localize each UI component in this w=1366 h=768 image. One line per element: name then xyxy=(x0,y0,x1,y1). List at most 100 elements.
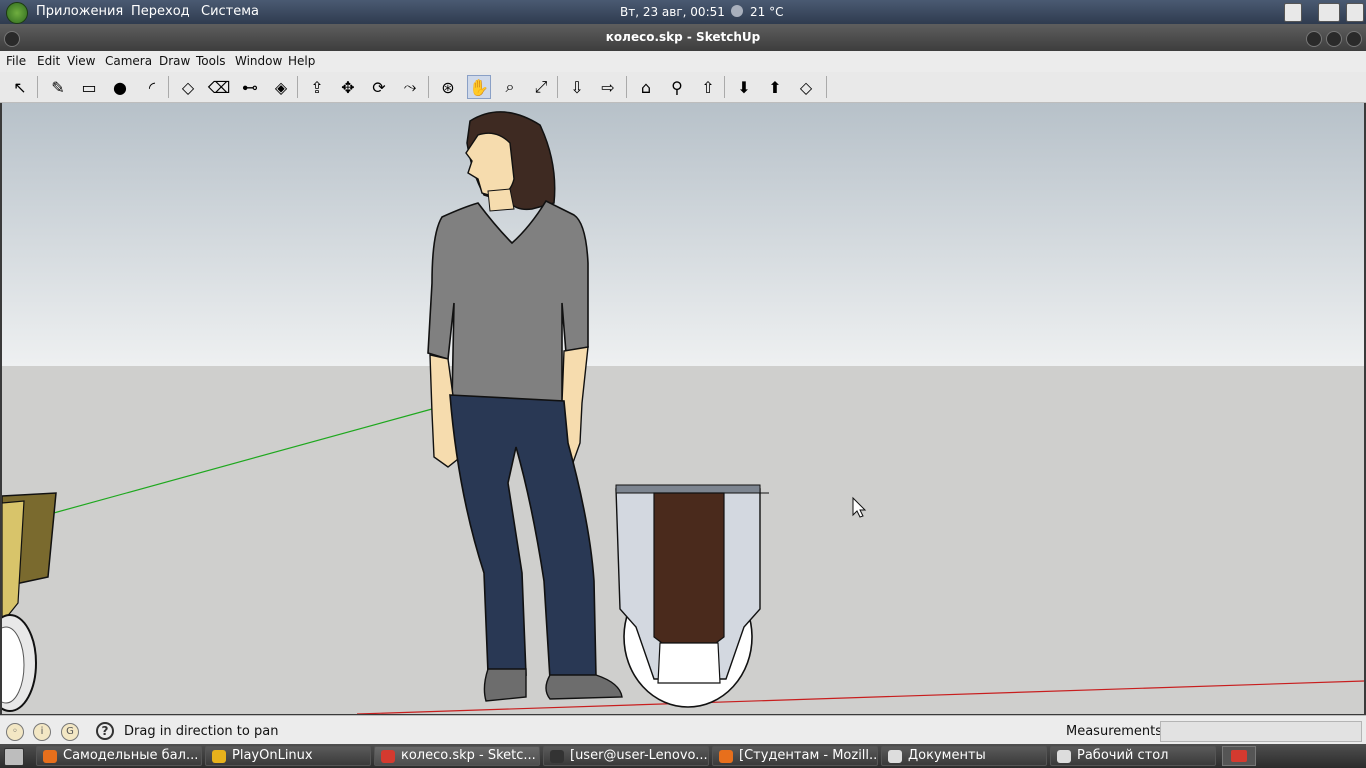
circle-tool-button[interactable]: ● xyxy=(108,75,132,99)
tape-measure-icon: ⊷ xyxy=(242,77,258,97)
share-model-icon: ⇧ xyxy=(701,77,715,97)
taskbar-item-label: [Студентам - Mozill... xyxy=(739,748,878,763)
move-tool-button[interactable]: ✥ xyxy=(336,75,360,99)
panel-menu-places[interactable]: Переход xyxy=(131,4,190,19)
menu-camera[interactable]: Camera xyxy=(105,54,152,68)
taskbar: Самодельные бал... PlayOnLinux колесо.skp … xyxy=(0,744,1366,768)
taskbar-item[interactable]: [Студентам - Mozill... xyxy=(712,746,878,766)
sketchup-workspace-icon xyxy=(1231,750,1247,762)
paint-bucket-icon: ◈ xyxy=(274,77,288,97)
panel-menu-system[interactable]: Система xyxy=(201,4,259,19)
move-icon: ✥ xyxy=(341,77,355,97)
orbit-tool-button[interactable]: ⊛ xyxy=(436,75,460,99)
menu-help[interactable]: Help xyxy=(288,54,315,68)
maximize-button[interactable] xyxy=(1326,31,1342,47)
tape-measure-tool-button[interactable]: ⊷ xyxy=(238,75,262,99)
measurements-input[interactable] xyxy=(1160,721,1362,742)
toolbar-separator xyxy=(826,76,827,98)
network-icon[interactable] xyxy=(1318,3,1340,22)
toolbar-separator xyxy=(168,76,169,98)
wheel-model[interactable] xyxy=(615,484,769,708)
playonlinux-icon xyxy=(212,750,226,763)
rotate-tool-button[interactable]: ⟳ xyxy=(367,75,391,99)
arc-icon: ◜ xyxy=(148,77,156,97)
get-photo-texture-tool-button[interactable]: ⬇ xyxy=(732,75,756,99)
make-component-icon: ◇ xyxy=(181,77,195,97)
help-icon[interactable]: ? xyxy=(96,722,114,740)
workspace-switcher[interactable] xyxy=(1222,746,1256,766)
zoom-icon: ⌕ xyxy=(505,77,515,96)
share-component-tool-button[interactable]: ⬆ xyxy=(763,75,787,99)
taskbar-item[interactable]: Рабочий стол xyxy=(1050,746,1216,766)
close-button[interactable] xyxy=(1346,31,1362,47)
pan-tool-button[interactable]: ✋ xyxy=(467,75,491,99)
moon-icon xyxy=(731,5,743,17)
menu-edit[interactable]: Edit xyxy=(37,54,60,68)
taskbar-item-label: PlayOnLinux xyxy=(232,748,313,763)
window-titlebar[interactable]: колесо.skp - SketchUp xyxy=(0,24,1366,51)
battery-icon[interactable] xyxy=(1346,3,1364,22)
next-view-icon: ⇨ xyxy=(601,77,615,97)
taskbar-item[interactable]: Документы xyxy=(881,746,1047,766)
menu-draw[interactable]: Draw xyxy=(159,54,190,68)
window-title: колесо.skp - SketchUp xyxy=(605,30,761,44)
place-model-icon: ⚲ xyxy=(671,77,683,97)
status-hint: Drag in direction to pan xyxy=(124,724,279,739)
credits-icon[interactable]: i xyxy=(33,723,51,741)
taskbar-item-label: [user@user-Lenovo... xyxy=(570,748,708,763)
paint-bucket-tool-button[interactable]: ◈ xyxy=(269,75,293,99)
rotate-icon: ⟳ xyxy=(372,77,386,97)
taskbar-item-label: колесо.skp - Sketc... xyxy=(401,748,536,763)
toolbar-separator xyxy=(297,76,298,98)
menu-view[interactable]: View xyxy=(67,54,95,68)
select-tool-button[interactable]: ↖ xyxy=(8,75,32,99)
get-models-tool-button[interactable]: ⌂ xyxy=(634,75,658,99)
make-component-tool-button[interactable]: ◇ xyxy=(176,75,200,99)
tray-indicator-icon[interactable] xyxy=(1284,3,1302,22)
component-tool-button[interactable]: ◇ xyxy=(794,75,818,99)
clock[interactable]: Вт, 23 авг, 00:51 xyxy=(620,5,725,19)
place-model-tool-button[interactable]: ⚲ xyxy=(665,75,689,99)
select-icon: ↖ xyxy=(13,77,27,97)
next-view-tool-button[interactable]: ⇨ xyxy=(596,75,620,99)
taskbar-item[interactable]: колесо.skp - Sketc... xyxy=(374,746,540,766)
zoom-extents-tool-button[interactable]: ⤢ xyxy=(529,75,553,99)
orbit-icon: ⊛ xyxy=(441,77,455,97)
menu-tools[interactable]: Tools xyxy=(196,54,226,68)
menu-window[interactable]: Window xyxy=(235,54,282,68)
share-model-tool-button[interactable]: ⇧ xyxy=(696,75,720,99)
offset-tool-button[interactable]: ⤳ xyxy=(398,75,422,99)
distro-logo-icon[interactable] xyxy=(6,2,28,24)
person-figure[interactable] xyxy=(427,111,623,702)
taskbar-item[interactable]: [user@user-Lenovo... xyxy=(543,746,709,766)
arc-tool-button[interactable]: ◜ xyxy=(140,75,164,99)
taskbar-item[interactable]: Самодельные бал... xyxy=(36,746,202,766)
zoom-tool-button[interactable]: ⌕ xyxy=(498,75,522,99)
main-toolbar: ↖ ✎ ▭ ● ◜ ◇ ⌫ ⊷ ◈ ⇪ ✥ ⟳ ⤳ ⊛ ✋ ⌕ ⤢ ⇩ ⇨ ⌂ ⚲ ⇧ ⬇ ⬆ ◇ xyxy=(0,72,1366,103)
menu-file[interactable]: File xyxy=(6,54,26,68)
weather-temperature[interactable]: 21 °C xyxy=(750,5,783,19)
push-pull-tool-button[interactable]: ⇪ xyxy=(305,75,329,99)
previous-view-tool-button[interactable]: ⇩ xyxy=(565,75,589,99)
share-component-icon: ⬆ xyxy=(768,77,782,97)
zoom-extents-icon: ⤢ xyxy=(534,77,548,96)
folder-icon xyxy=(888,750,902,763)
taskbar-item-label: Рабочий стол xyxy=(1077,748,1169,763)
scene-canvas[interactable] xyxy=(2,103,1364,714)
cart-model[interactable] xyxy=(2,492,57,712)
geolocation-icon[interactable]: ◦ xyxy=(6,723,24,741)
rectangle-tool-button[interactable]: ▭ xyxy=(77,75,101,99)
terminal-icon xyxy=(550,750,564,763)
drawing-viewport[interactable] xyxy=(2,103,1364,714)
rectangle-icon: ▭ xyxy=(81,77,97,97)
component-icon: ◇ xyxy=(799,77,813,97)
panel-menu-applications[interactable]: Приложения xyxy=(36,4,123,19)
pencil-tool-button[interactable]: ✎ xyxy=(46,75,70,99)
firefox-icon xyxy=(43,750,57,763)
show-desktop-icon[interactable] xyxy=(4,748,24,766)
sign-in-icon[interactable]: G xyxy=(61,723,79,741)
status-bar: ◦ i G ? Drag in direction to pan Measure… xyxy=(0,715,1366,745)
taskbar-item[interactable]: PlayOnLinux xyxy=(205,746,371,766)
minimize-button[interactable] xyxy=(1306,31,1322,47)
eraser-tool-button[interactable]: ⌫ xyxy=(207,75,231,99)
